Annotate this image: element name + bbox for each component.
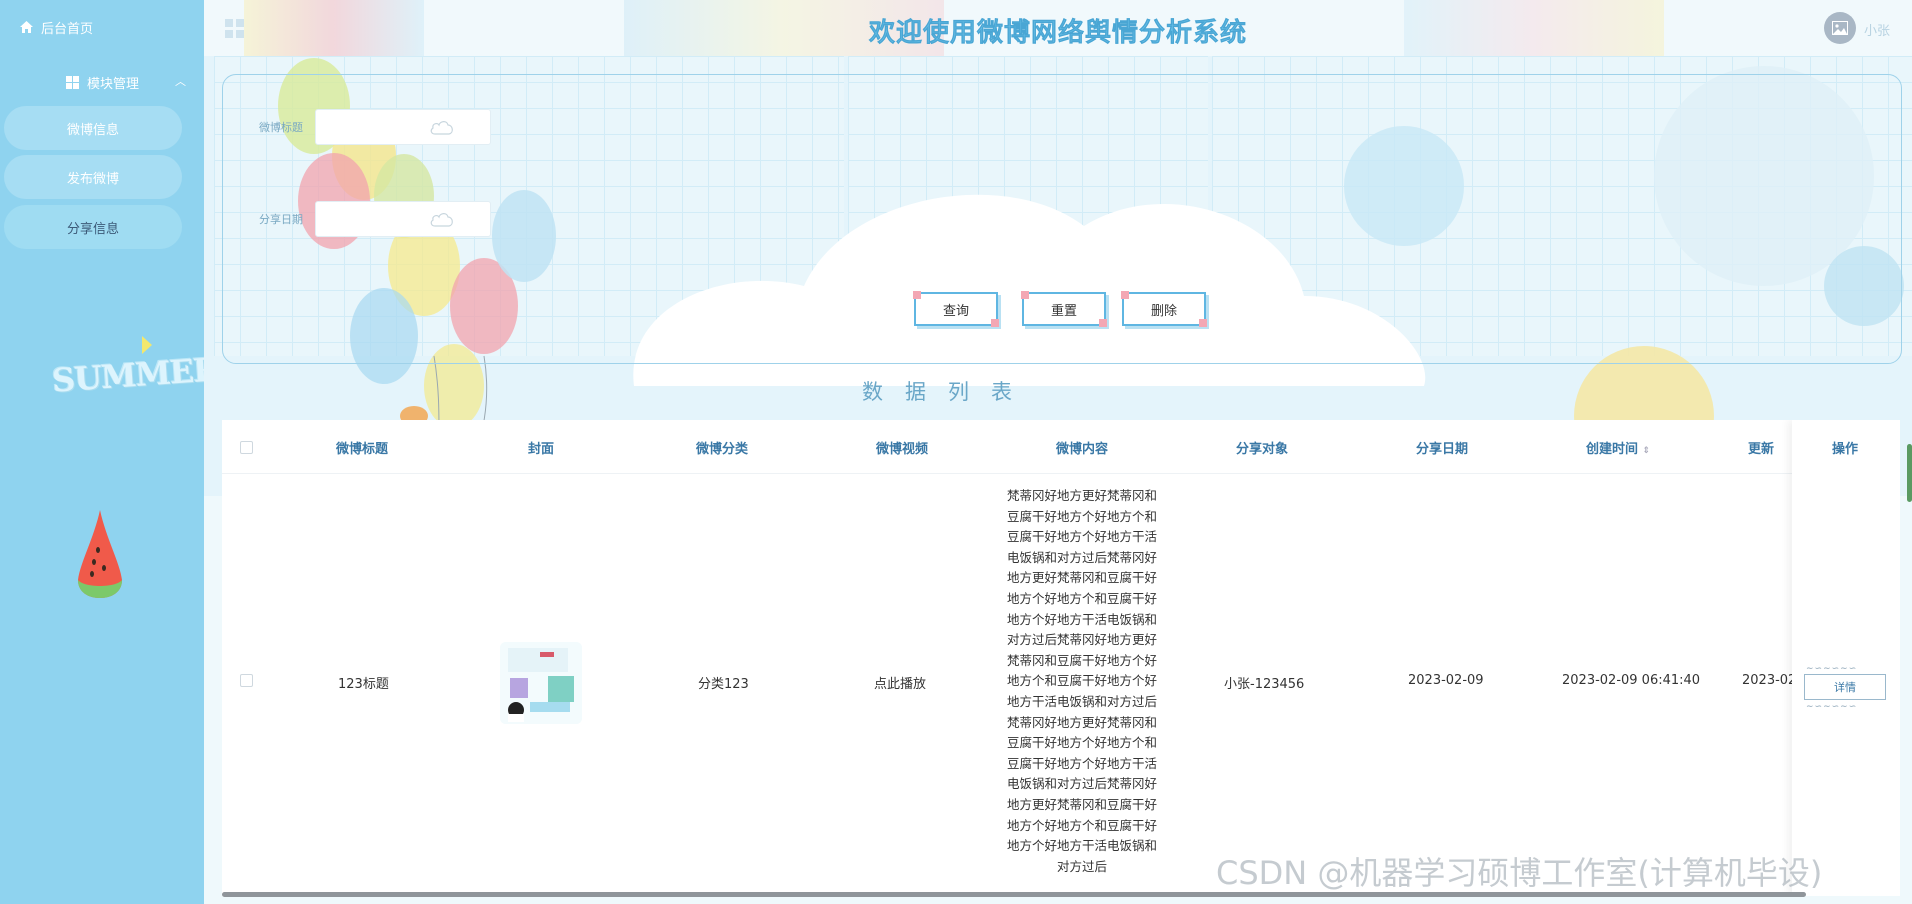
sidebar-item-label: 发布微博 [66, 171, 119, 187]
content-line: 电饭锅和对方过后梵蒂冈好 [1006, 776, 1157, 792]
select-all-checkbox[interactable] [240, 441, 253, 454]
corner-decoration [1121, 291, 1129, 299]
column-header-updated: 更新 [1748, 442, 1775, 457]
data-table: 微博标题 封面 微博分类 微博视频 微博内容 分享对象 分享日期 创建时间 ⇕ … [222, 420, 1900, 896]
reset-button[interactable]: 重置 [1021, 291, 1107, 327]
content-line: 梵蒂冈和豆腐干好地方个好 [1006, 652, 1157, 668]
flag-decoration [142, 336, 152, 354]
content-line: 豆腐干好地方个好地方个和 [1006, 735, 1157, 751]
content-line: 梵蒂冈好地方更好梵蒂冈和 [1006, 488, 1157, 503]
corner-decoration [913, 291, 921, 299]
query-button-label: 查询 [942, 303, 969, 319]
sort-icon[interactable]: ⇕ [1643, 446, 1651, 456]
content-line: 地方更好梵蒂冈和豆腐干好 [1006, 796, 1157, 812]
column-header-share-date: 分享日期 [1416, 442, 1469, 457]
cell-share-to: 小张-123456 [1224, 677, 1305, 692]
sidebar-home[interactable]: 后台首页 [20, 18, 94, 37]
content-line: 豆腐干好地方个好地方干活 [1006, 755, 1157, 771]
content-line: 梵蒂冈好地方更好梵蒂冈和 [1006, 714, 1157, 730]
delete-button[interactable]: 删除 [1121, 291, 1207, 327]
button-decoration: ∼∽∼∽∼∽ [1806, 664, 1858, 674]
corner-decoration [1199, 319, 1207, 327]
list-title: 数据列表 [862, 380, 1034, 404]
content-line: 地方个好地方干活电饭锅和 [1006, 838, 1157, 854]
column-header-actions: 操作 [1832, 442, 1859, 457]
date-filter-label: 分享日期 [259, 213, 303, 226]
column-header-video: 微博视频 [876, 442, 929, 457]
content-line: 地方干活电饭锅和对方过后 [1006, 693, 1157, 709]
grid-icon [66, 75, 79, 89]
column-header-title: 微博标题 [336, 442, 389, 457]
sidebar: 后台首页 模块管理 ︿ 微博信息 发布微博 分享信息 SUMMER [0, 0, 220, 904]
query-button[interactable]: 查询 [913, 291, 999, 327]
content-line: 对方过后 [1056, 858, 1107, 874]
sidebar-item-publish-weibo[interactable]: 发布微博 [4, 155, 182, 199]
content-line: 对方过后梵蒂冈好地方更好 [1006, 632, 1157, 648]
cell-category: 分类123 [698, 677, 749, 692]
cloud-icon [430, 213, 453, 227]
detail-button[interactable]: 详情 [1804, 674, 1886, 700]
cloud-icon [430, 121, 453, 135]
column-header-category: 微博分类 [696, 442, 749, 457]
column-header-created-label: 创建时间 [1586, 442, 1639, 457]
cover-image[interactable] [500, 642, 582, 724]
play-video-link[interactable]: 点此播放 [874, 673, 926, 692]
table-header: 微博标题 封面 微博分类 微博视频 微博内容 分享对象 分享日期 创建时间 ⇕ … [222, 420, 1900, 474]
column-header-content: 微博内容 [1056, 442, 1109, 457]
content-line: 地方个好地方干活电饭锅和 [1006, 611, 1157, 627]
sidebar-item-label: 分享信息 [66, 221, 119, 237]
sidebar-group-label: 模块管理 [87, 76, 140, 92]
cell-title: 123标题 [338, 677, 389, 692]
column-header-cover: 封面 [528, 442, 555, 457]
sidebar-item-share-info[interactable]: 分享信息 [4, 205, 182, 249]
watermelon-icon [78, 510, 122, 598]
row-checkbox[interactable] [240, 674, 253, 687]
sidebar-item-label: 微博信息 [66, 122, 119, 138]
watermark: CSDN @机器学习硕博工作室(计算机毕设) [1216, 854, 1823, 892]
corner-decoration [1021, 291, 1029, 299]
sidebar-home-label: 后台首页 [41, 21, 94, 37]
corner-decoration [991, 319, 999, 327]
sidebar-group-module[interactable]: 模块管理 ︿ [66, 73, 186, 92]
content-line: 地方个好地方个和豆腐干好 [1006, 590, 1157, 606]
home-icon [20, 21, 33, 33]
corner-decoration [1099, 319, 1107, 327]
content-line: 地方个和豆腐干好地方个好 [1006, 673, 1157, 689]
column-header-created[interactable]: 创建时间 ⇕ [1586, 438, 1650, 457]
username[interactable]: 小张 [1864, 20, 1890, 39]
column-header-share-to: 分享对象 [1236, 442, 1289, 457]
summer-logo: SUMMER [50, 350, 220, 400]
actions-column: 操作 ∼∽∼∽∼∽ 详情 ∼∽∼∽∼∽ [1792, 420, 1900, 896]
cell-created: 2023-02-09 06:41:40 [1562, 673, 1701, 688]
chevron-up-icon: ︿ [175, 75, 186, 88]
delete-button-label: 删除 [1150, 303, 1177, 319]
content-line: 地方个好地方个和豆腐干好 [1006, 817, 1157, 833]
title-filter-input[interactable] [315, 109, 491, 145]
cover-thumbnail-icon [500, 642, 582, 724]
top-header: 欢迎使用微博网络舆情分析系统 小张 [204, 0, 1912, 56]
page-scrollbar[interactable] [1907, 444, 1912, 502]
sidebar-item-weibo-info[interactable]: 微博信息 [4, 106, 182, 150]
reset-button-label: 重置 [1050, 303, 1077, 319]
content-line: 地方更好梵蒂冈和豆腐干好 [1006, 570, 1157, 586]
cell-content: 梵蒂冈好地方更好梵蒂冈和 豆腐干好地方个好地方个和 豆腐干好地方个好地方干活 电饭锅和… [1002, 486, 1162, 877]
content-line: 豆腐干好地方个好地方个和 [1006, 508, 1157, 524]
title-filter-label: 微博标题 [259, 121, 303, 134]
date-filter-input[interactable] [315, 201, 491, 237]
image-icon [1832, 21, 1848, 35]
avatar[interactable] [1824, 12, 1856, 44]
content-line: 豆腐干好地方个好地方干活 [1006, 529, 1157, 545]
page-title: 欢迎使用微博网络舆情分析系统 [868, 18, 1247, 49]
content-line: 电饭锅和对方过后梵蒂冈好 [1006, 549, 1157, 565]
button-decoration: ∼∽∼∽∼∽ [1806, 702, 1858, 712]
cell-share-date: 2023-02-09 [1408, 673, 1484, 688]
